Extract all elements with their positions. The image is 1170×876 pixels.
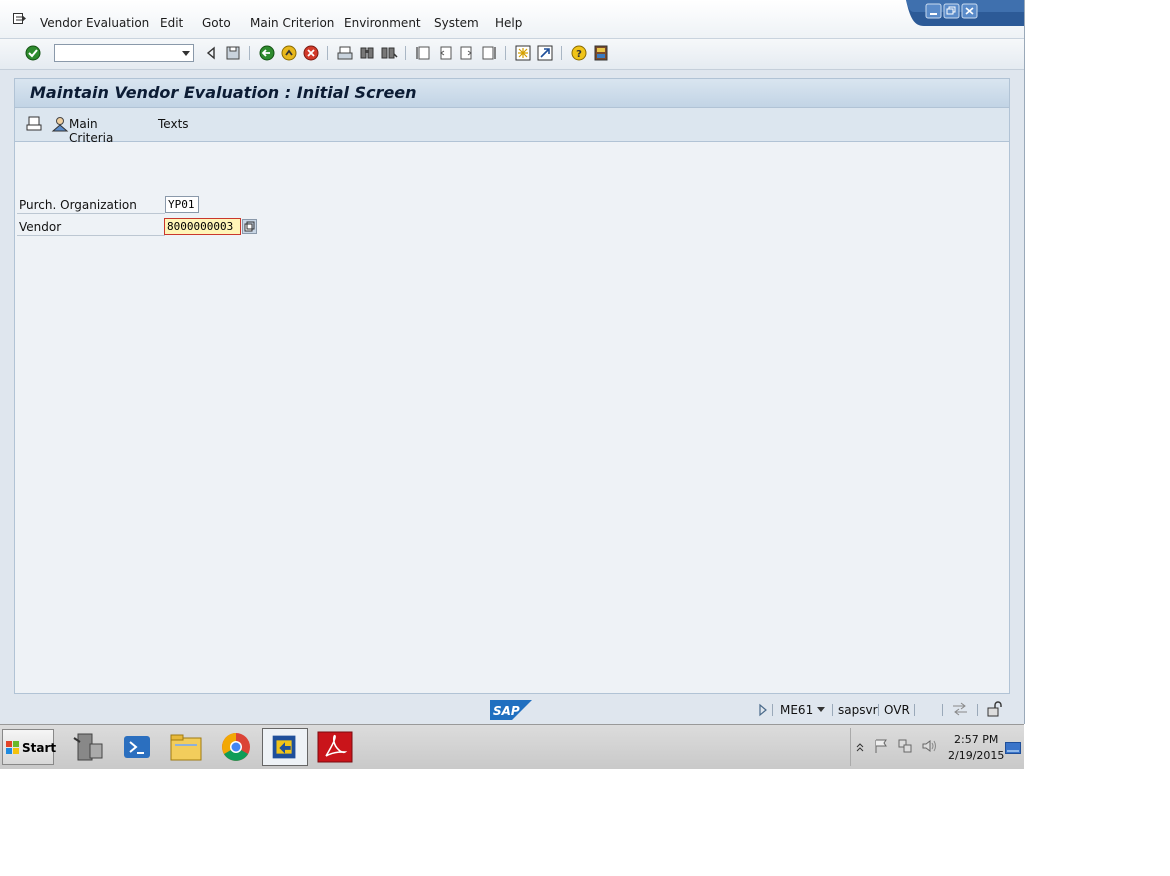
command-field[interactable]: [54, 44, 194, 62]
status-separator: [977, 704, 978, 716]
enter-icon[interactable]: [24, 44, 42, 62]
cancel-icon[interactable]: [302, 44, 320, 62]
adobe-reader-icon[interactable]: [312, 728, 358, 766]
menu-goto[interactable]: Goto: [202, 16, 231, 30]
system-tray: 2:57 PM 2/19/2015: [850, 728, 1023, 766]
transaction-code[interactable]: ME61: [780, 703, 813, 717]
start-label: Start: [22, 741, 57, 755]
taskbar: Start 2:57 PM 2/19/2015: [0, 724, 1024, 769]
page-title: Maintain Vendor Evaluation : Initial Scr…: [30, 83, 417, 102]
last-page-icon[interactable]: [480, 44, 498, 62]
sap-logo: SAP: [490, 700, 532, 720]
file-explorer-icon[interactable]: [163, 728, 209, 766]
print-icon[interactable]: [26, 116, 42, 132]
previous-page-icon[interactable]: [436, 44, 454, 62]
powershell-icon[interactable]: [114, 728, 160, 766]
status-separator: [772, 704, 773, 716]
chrome-icon[interactable]: [213, 728, 259, 766]
toolbar-separator: [249, 46, 250, 60]
sap-window: Vendor Evaluation Edit Goto Main Criteri…: [0, 0, 1025, 724]
expand-status-icon[interactable]: [758, 703, 768, 717]
toolbar-separator: [327, 46, 328, 60]
person-icon: [51, 117, 69, 132]
first-page-icon[interactable]: [414, 44, 432, 62]
title-bar: Maintain Vendor Evaluation : Initial Scr…: [14, 78, 1010, 108]
find-next-icon[interactable]: [380, 44, 398, 62]
menu-edit[interactable]: Edit: [160, 16, 183, 30]
network-icon[interactable]: [897, 738, 913, 754]
menu-environment[interactable]: Environment: [344, 16, 421, 30]
menu-vendor-evaluation[interactable]: Vendor Evaluation: [40, 16, 149, 30]
status-bar: SAP ME61 sapsvr OVR: [0, 696, 1024, 724]
toolbar-separator: [405, 46, 406, 60]
print-icon[interactable]: [336, 44, 354, 62]
status-separator: [942, 704, 943, 716]
window-controls: [906, 0, 1024, 26]
main-criteria-button[interactable]: Main Criteria: [51, 115, 141, 145]
close-icon[interactable]: [961, 3, 978, 19]
save-icon[interactable]: [224, 44, 242, 62]
toolbar-separator: [561, 46, 562, 60]
back-icon[interactable]: [258, 44, 276, 62]
status-separator: [832, 704, 833, 716]
connection-icon: [953, 702, 967, 716]
value-help-icon[interactable]: [242, 219, 257, 234]
label-underline: [17, 213, 165, 214]
status-separator: [914, 704, 915, 716]
vendor-field[interactable]: 8000000003: [164, 218, 241, 235]
menu-help[interactable]: Help: [495, 16, 522, 30]
show-hidden-icons-icon[interactable]: [855, 740, 865, 752]
server-name: sapsvr: [838, 703, 878, 717]
content-area: Purch. Organization YP01 Vendor 80000000…: [14, 142, 1010, 694]
svg-text:?: ?: [576, 49, 582, 60]
start-button[interactable]: Start: [2, 729, 57, 765]
unlock-icon[interactable]: [986, 701, 1004, 717]
chevron-down-icon[interactable]: [182, 51, 190, 56]
application-toolbar: Main Criteria Texts: [14, 108, 1010, 145]
server-manager-icon[interactable]: [66, 728, 112, 766]
minimize-icon[interactable]: [925, 3, 942, 19]
toolbar-separator: [505, 46, 506, 60]
main-criteria-label: Main Criteria: [69, 117, 114, 145]
clock-time[interactable]: 2:57 PM: [954, 733, 998, 746]
clock-date[interactable]: 2/19/2015: [948, 749, 1004, 762]
standard-toolbar: ?: [0, 39, 1024, 70]
svg-text:SAP: SAP: [493, 704, 520, 718]
show-desktop-icon[interactable]: [1005, 742, 1021, 754]
sap-logon-icon[interactable]: [262, 728, 308, 766]
menu-system[interactable]: System: [434, 16, 479, 30]
label-underline: [17, 235, 165, 236]
find-icon[interactable]: [358, 44, 376, 62]
vendor-label: Vendor: [19, 220, 62, 234]
help-icon[interactable]: ?: [570, 44, 588, 62]
create-session-icon[interactable]: [514, 44, 532, 62]
volume-icon[interactable]: [921, 738, 937, 754]
texts-button[interactable]: Texts: [158, 117, 189, 131]
customize-layout-icon[interactable]: [592, 44, 610, 62]
back-arrow-icon[interactable]: [202, 44, 220, 62]
action-center-flag-icon[interactable]: [873, 738, 889, 754]
chevron-down-icon[interactable]: [817, 707, 825, 712]
purch-org-field[interactable]: YP01: [165, 196, 199, 213]
status-separator: [878, 704, 879, 716]
menu-bar: Vendor Evaluation Edit Goto Main Criteri…: [0, 0, 1024, 39]
menu-main-criterion[interactable]: Main Criterion: [250, 16, 334, 30]
windows-logo-icon: [6, 741, 19, 754]
exit-icon[interactable]: [280, 44, 298, 62]
shortcut-icon[interactable]: [536, 44, 554, 62]
next-page-icon[interactable]: [458, 44, 476, 62]
insert-mode[interactable]: OVR: [884, 703, 910, 717]
menu-document-icon[interactable]: [13, 13, 27, 25]
purch-org-label: Purch. Organization: [19, 198, 137, 212]
restore-icon[interactable]: [943, 3, 960, 19]
